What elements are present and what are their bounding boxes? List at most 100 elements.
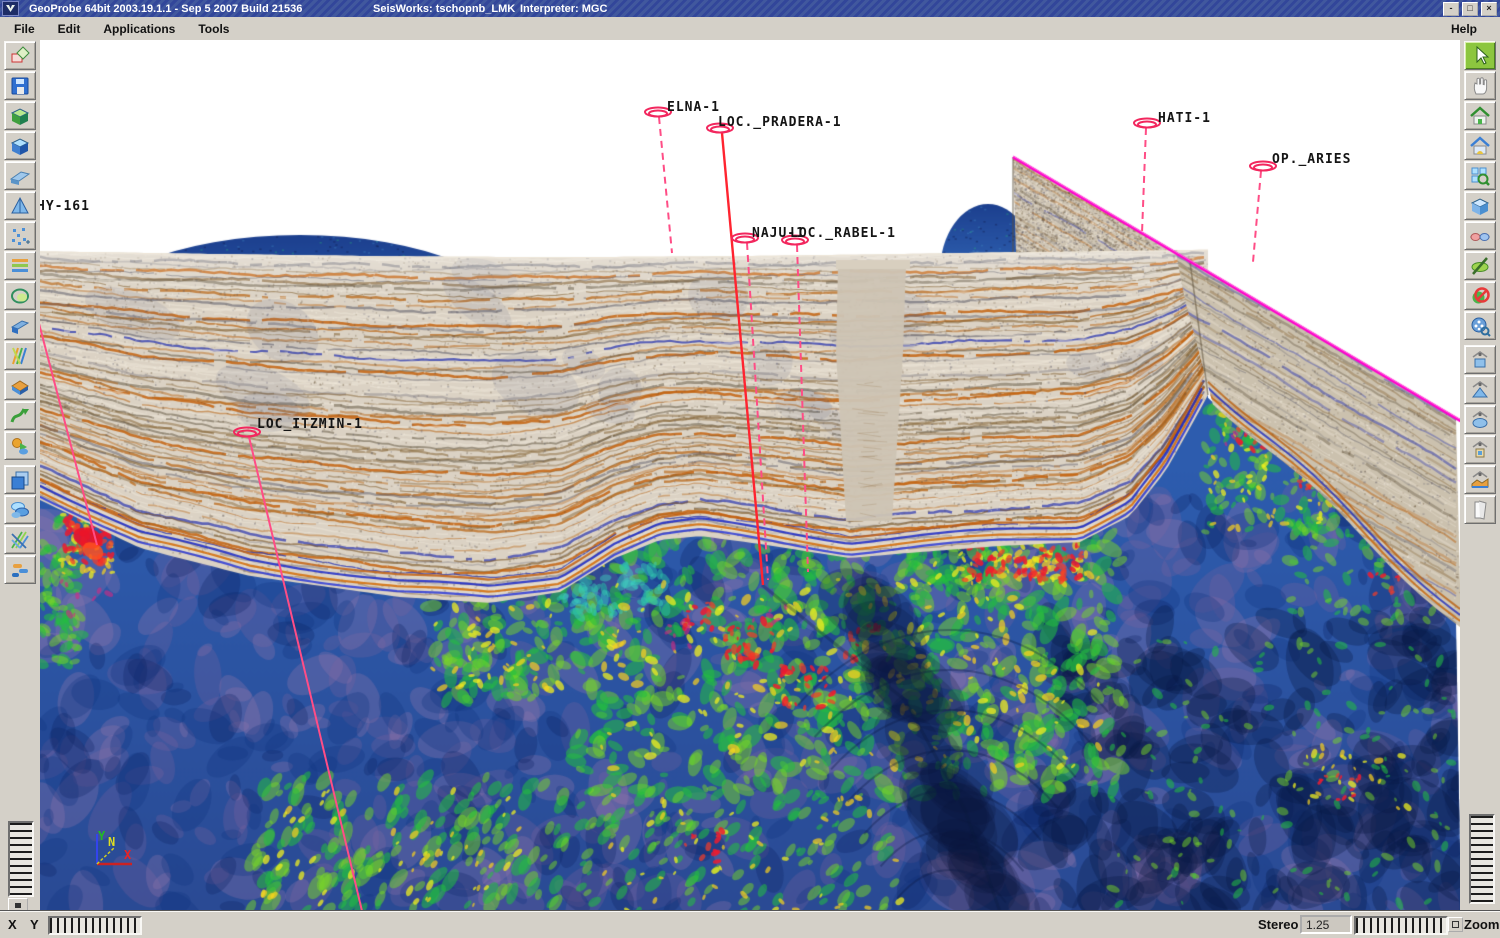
save-view-icon bbox=[1468, 134, 1492, 158]
save-view-button[interactable] bbox=[1464, 131, 1496, 160]
snapshot-surface-button[interactable] bbox=[1464, 465, 1496, 494]
disable-render-icon bbox=[1468, 284, 1492, 308]
title-bar[interactable]: GeoProbe 64bit 2003.19.1.1 - Sep 5 2007 … bbox=[0, 0, 1500, 17]
copy-planes-button[interactable] bbox=[4, 465, 36, 494]
fault-slab-button[interactable] bbox=[4, 311, 36, 340]
fault-slab-icon bbox=[8, 314, 32, 338]
minimize-button[interactable]: - bbox=[1443, 2, 1459, 16]
xy-thumbwheel[interactable] bbox=[48, 916, 142, 935]
fault-block-button[interactable] bbox=[4, 371, 36, 400]
pointset-button[interactable] bbox=[4, 221, 36, 250]
well-label-HATI-1: HATI-1 bbox=[1158, 111, 1211, 126]
pointer-tool-icon bbox=[1468, 44, 1492, 68]
pointset-icon bbox=[8, 224, 32, 248]
horizon-loop-button[interactable] bbox=[4, 281, 36, 310]
strata-layers-icon bbox=[8, 254, 32, 278]
disable-render-button[interactable] bbox=[1464, 281, 1496, 310]
window-menu-glyph bbox=[5, 4, 16, 13]
ellipsoid-stack-button[interactable] bbox=[4, 495, 36, 524]
close-button[interactable]: × bbox=[1481, 2, 1497, 16]
zoom-select-icon bbox=[1468, 164, 1492, 188]
well-label-HY-161: HY-161 bbox=[40, 199, 90, 214]
probe-cube-blue-icon bbox=[8, 134, 32, 158]
ribbon-horizon-button[interactable] bbox=[4, 401, 36, 430]
orientation-axis: Y N X bbox=[85, 828, 145, 872]
save-icon bbox=[8, 74, 32, 98]
probe-cube-green-icon bbox=[8, 104, 32, 128]
axis-n-line bbox=[97, 847, 115, 864]
view-cube-button[interactable] bbox=[1464, 191, 1496, 220]
copy-planes-icon bbox=[8, 468, 32, 492]
pan-hand-button[interactable] bbox=[1464, 71, 1496, 100]
snapshot-ellipsoid-icon bbox=[1468, 408, 1492, 432]
patch-blobs-button[interactable] bbox=[4, 555, 36, 584]
probe-cube-green-button[interactable] bbox=[4, 101, 36, 130]
geoprobe-window: GeoProbe 64bit 2003.19.1.1 - Sep 5 2007 … bbox=[0, 0, 1500, 938]
print-pages-button[interactable] bbox=[1464, 495, 1496, 524]
hide-horizon-icon bbox=[1468, 254, 1492, 278]
snapshot-pyramid-button[interactable] bbox=[1464, 375, 1496, 404]
seismic-scene-canvas[interactable] bbox=[40, 40, 1460, 912]
zoom-reset-glyph bbox=[1452, 921, 1459, 928]
menu-help[interactable]: Help bbox=[1442, 19, 1486, 39]
zoom-thumbwheel[interactable] bbox=[1354, 916, 1448, 935]
zoom-reset-button[interactable] bbox=[1448, 917, 1463, 932]
well-label-LOC._RABEL-1: LOC._RABEL-1 bbox=[790, 226, 896, 241]
stereo-label: Stereo bbox=[1258, 917, 1298, 932]
snapshot-object-button[interactable] bbox=[1464, 435, 1496, 464]
interpreter-label: Interpreter: MGC bbox=[520, 3, 607, 15]
home-view-button[interactable] bbox=[1464, 101, 1496, 130]
reset-glyph bbox=[15, 903, 21, 908]
overlap-shapes-icon bbox=[8, 44, 32, 68]
well-label-OP._ARIES: OP._ARIES bbox=[1272, 152, 1351, 167]
stereo-glasses-icon bbox=[1468, 224, 1492, 248]
pyramid-button[interactable] bbox=[4, 191, 36, 220]
menu-bar: FileEditApplicationsTools Help bbox=[0, 17, 1500, 41]
stereo-value-field[interactable] bbox=[1300, 915, 1352, 934]
snapshot-pyramid-icon bbox=[1468, 378, 1492, 402]
overlap-shapes-button[interactable] bbox=[4, 41, 36, 70]
window-menu-icon[interactable] bbox=[2, 1, 19, 16]
right-thumbwheel[interactable] bbox=[1469, 814, 1495, 904]
strata-layers-button[interactable] bbox=[4, 251, 36, 280]
stereo-glasses-button[interactable] bbox=[1464, 221, 1496, 250]
crossline-hatch-button[interactable] bbox=[4, 525, 36, 554]
pan-hand-icon bbox=[1468, 74, 1492, 98]
menu-file[interactable]: File bbox=[5, 19, 44, 39]
view-cube-icon bbox=[1468, 194, 1492, 218]
pointer-tool-button[interactable] bbox=[1464, 41, 1496, 70]
maximize-button[interactable]: □ bbox=[1462, 2, 1478, 16]
movie-capture-button[interactable] bbox=[1464, 311, 1496, 340]
3d-viewport[interactable]: HY-161LOC_ITZMIN-1ELNA-1LOC._PRADERA-1NA… bbox=[40, 40, 1460, 912]
snapshot-surface-icon bbox=[1468, 468, 1492, 492]
geobody-button[interactable] bbox=[4, 431, 36, 460]
menu-tools[interactable]: Tools bbox=[189, 19, 238, 39]
fault-block-icon bbox=[8, 374, 32, 398]
menu-applications[interactable]: Applications bbox=[94, 19, 184, 39]
snapshot-volume-icon bbox=[1468, 348, 1492, 372]
left-wheel-reset-button[interactable] bbox=[8, 898, 28, 912]
axis-n-label: N bbox=[108, 835, 115, 849]
probe-cube-blue-button[interactable] bbox=[4, 131, 36, 160]
menu-edit[interactable]: Edit bbox=[49, 19, 90, 39]
snapshot-volume-button[interactable] bbox=[1464, 345, 1496, 374]
geobody-icon bbox=[8, 434, 32, 458]
right-toolbar bbox=[1459, 40, 1500, 912]
hide-horizon-button[interactable] bbox=[1464, 251, 1496, 280]
zoom-select-button[interactable] bbox=[1464, 161, 1496, 190]
save-button[interactable] bbox=[4, 71, 36, 100]
status-bar: X Y Stereo Zoom bbox=[0, 911, 1500, 938]
movie-capture-icon bbox=[1468, 314, 1492, 338]
seismic-lines-icon bbox=[8, 344, 32, 368]
pyramid-icon bbox=[8, 194, 32, 218]
window-controls: - □ × bbox=[1443, 2, 1497, 16]
slice-wedge-button[interactable] bbox=[4, 161, 36, 190]
axis-y-label: Y bbox=[98, 829, 106, 843]
left-thumbwheel[interactable] bbox=[8, 821, 34, 897]
y-axis-label: Y bbox=[30, 917, 39, 932]
zoom-label: Zoom bbox=[1464, 917, 1499, 932]
snapshot-ellipsoid-button[interactable] bbox=[1464, 405, 1496, 434]
seismic-lines-button[interactable] bbox=[4, 341, 36, 370]
horizon-loop-icon bbox=[8, 284, 32, 308]
axis-x-label: X bbox=[124, 848, 132, 862]
